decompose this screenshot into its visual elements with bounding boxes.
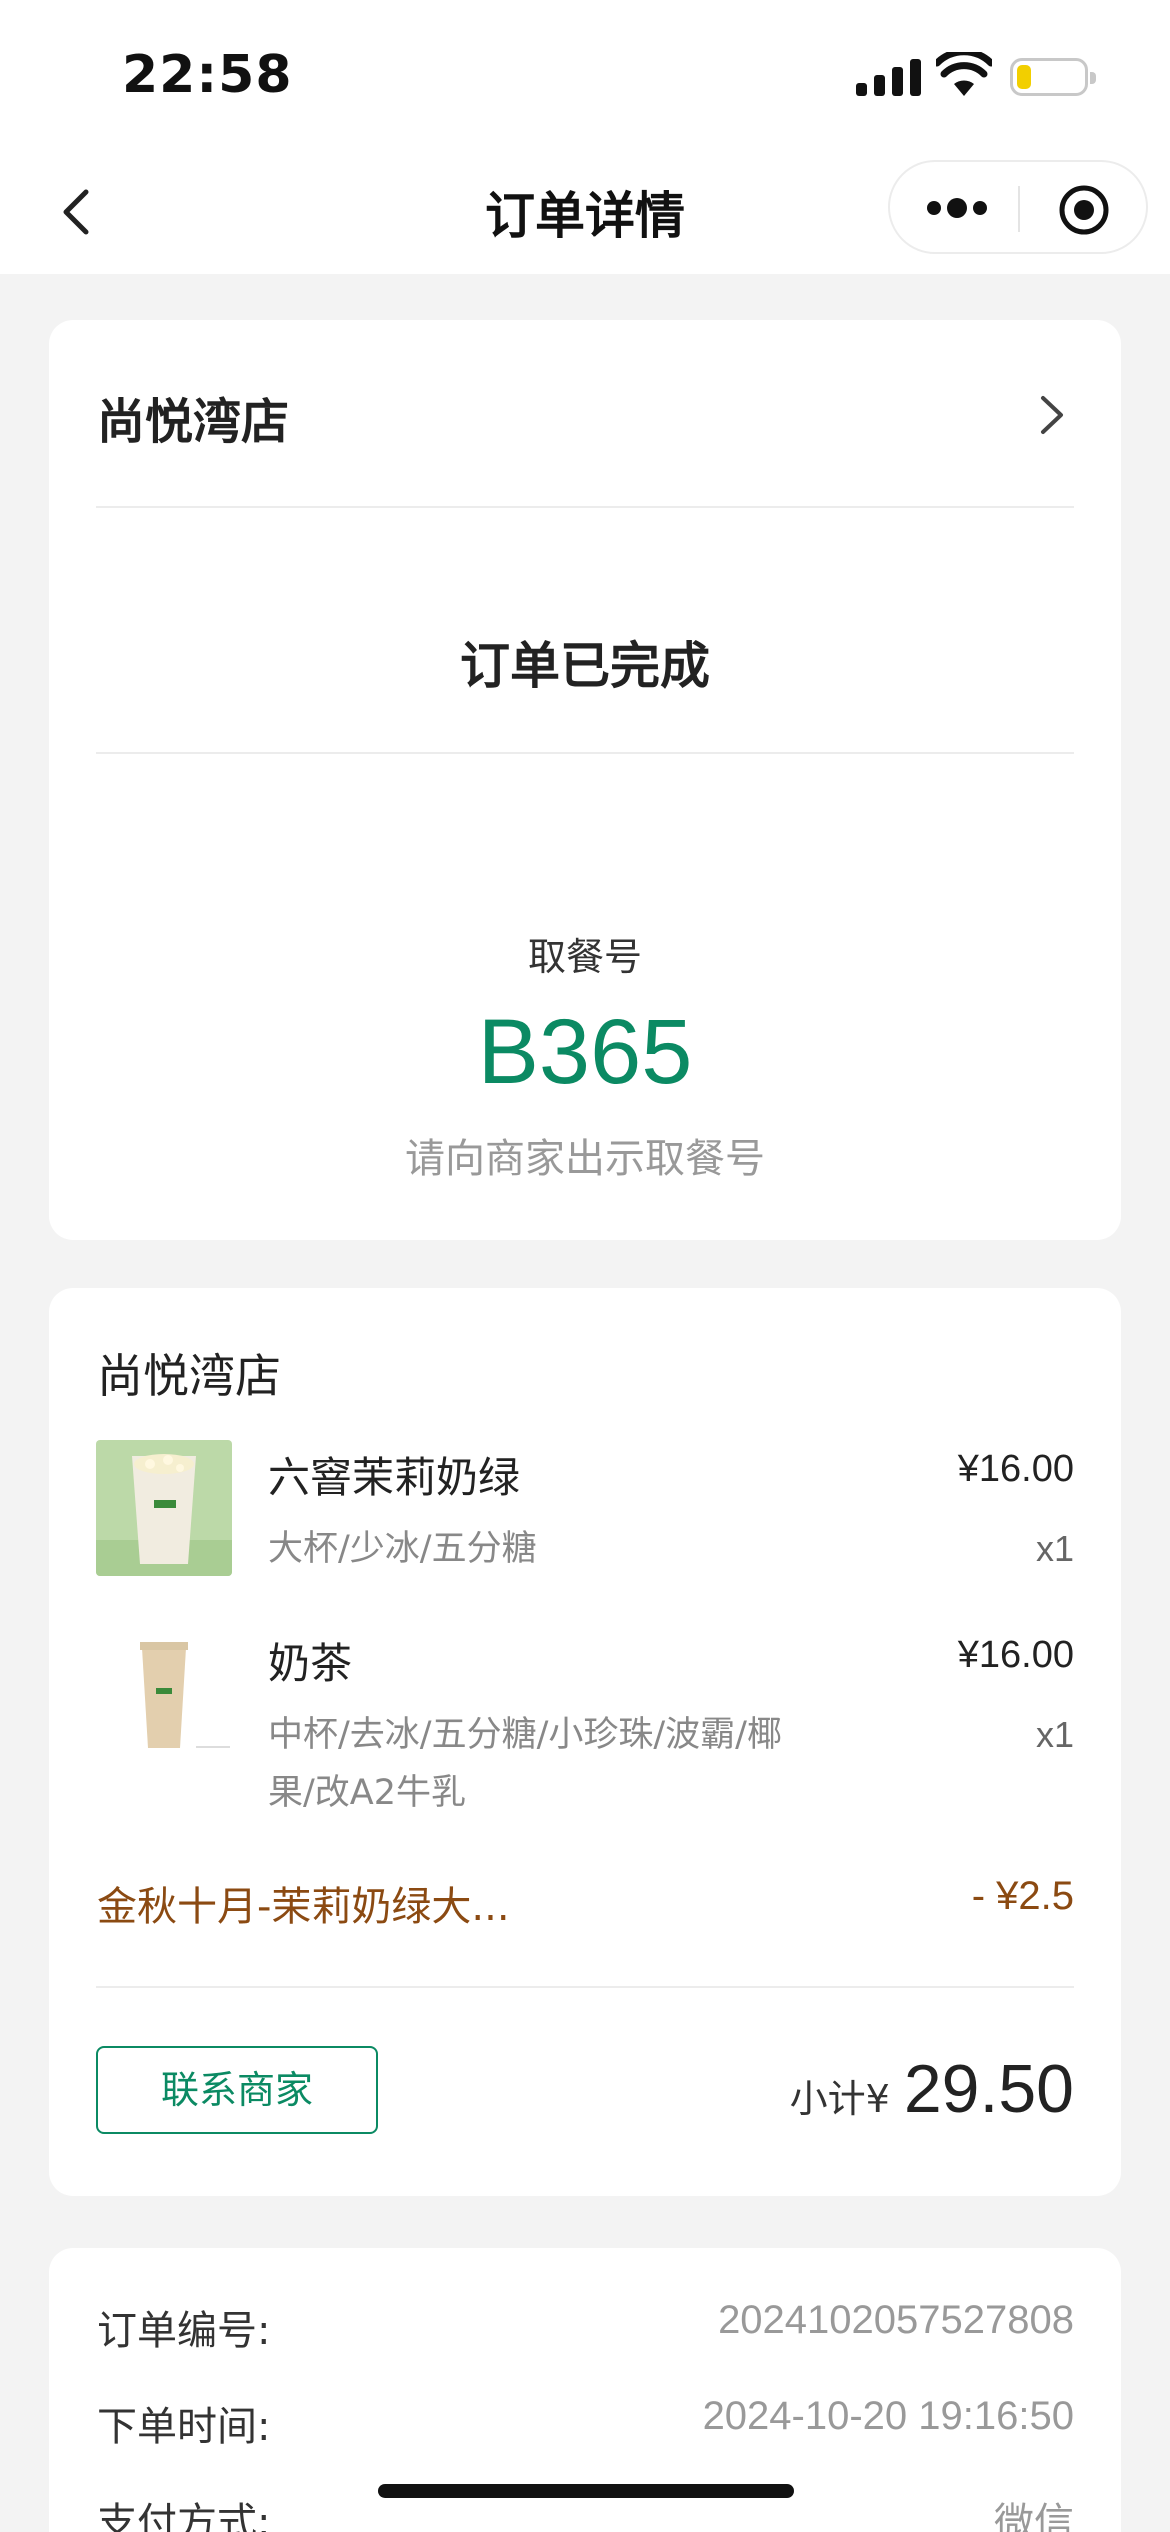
item-qty: x1 (1035, 1714, 1074, 1755)
order-status-card: 尚悦湾店 订单已完成 取餐号 B365 请向商家出示取餐号 (49, 320, 1121, 1240)
list-item[interactable]: 六窨茉莉奶绿 大杯/少冰/五分糖 ¥16.00 x1 (96, 1440, 1074, 1580)
subtotal: 小计¥ 29.50 (790, 2050, 1074, 2128)
items-store-name: 尚悦湾店 (97, 1349, 281, 1403)
cellular-signal-icon (856, 56, 921, 96)
status-bar: 22:58 (0, 0, 1170, 150)
pickup-number: B365 (477, 1001, 693, 1103)
page: 22:58 订单详情 尚悦湾店 订单已完成 取餐号 B365 请向商家出示取餐号… (0, 0, 1170, 2532)
battery-level (1017, 65, 1031, 89)
list-item[interactable]: 奶茶 中杯/去冰/五分糖/小珍珠/波霸/椰果/改A2牛乳 ¥16.00 x1 (96, 1626, 1074, 1826)
info-value[interactable]: 2024102057527808 (718, 2298, 1074, 2343)
item-name: 六窨茉莉奶绿 (268, 1453, 521, 1502)
order-status: 订单已完成 (460, 637, 710, 695)
divider (96, 506, 1074, 508)
battery-icon (1010, 58, 1096, 96)
home-indicator[interactable] (378, 2484, 794, 2498)
item-spec: 大杯/少冰/五分糖 (268, 1529, 537, 1569)
info-label: 支付方式: (97, 2500, 271, 2532)
item-price: ¥16.00 (957, 1634, 1074, 1676)
item-qty: x1 (1035, 1528, 1074, 1569)
pickup-hint: 请向商家出示取餐号 (405, 1136, 765, 1182)
nav-bar: 订单详情 (0, 150, 1170, 274)
info-value: 微信 (994, 2501, 1074, 2532)
chevron-right-icon[interactable] (1031, 390, 1071, 440)
promo-label: 金秋十月-茉莉奶绿大... (97, 1884, 510, 1930)
divider (96, 1986, 1074, 1988)
store-name[interactable]: 尚悦湾店 (97, 382, 289, 452)
wifi-icon (936, 52, 992, 96)
more-dots-icon[interactable] (926, 196, 988, 220)
pickup-label: 取餐号 (527, 935, 642, 979)
info-label: 下单时间: (97, 2404, 271, 2450)
status-time: 22:58 (122, 45, 293, 105)
subtotal-label: 小计¥ (789, 2077, 890, 2121)
item-name: 奶茶 (268, 1639, 353, 1688)
divider (96, 752, 1074, 754)
info-value: 2024-10-20 19:16:50 (702, 2394, 1074, 2438)
product-image (96, 1626, 232, 1762)
subtotal-amount: 29.50 (903, 2051, 1074, 2127)
target-close-icon[interactable] (1058, 184, 1110, 236)
item-price: ¥16.00 (957, 1448, 1074, 1490)
info-label: 订单编号: (97, 2308, 271, 2354)
product-image (96, 1440, 232, 1576)
promo-amount: - ¥2.5 (971, 1874, 1074, 1918)
order-items-card: 尚悦湾店 六窨茉莉奶绿 大杯/少冰/五分糖 ¥16.00 x1 奶茶 中杯/去冰… (49, 1288, 1121, 2196)
mini-program-capsule (888, 160, 1148, 254)
item-spec: 中杯/去冰/五分糖/小珍珠/波霸/椰果/改A2牛乳 (268, 1715, 782, 1813)
contact-merchant-button[interactable]: 联系商家 (96, 2046, 378, 2134)
